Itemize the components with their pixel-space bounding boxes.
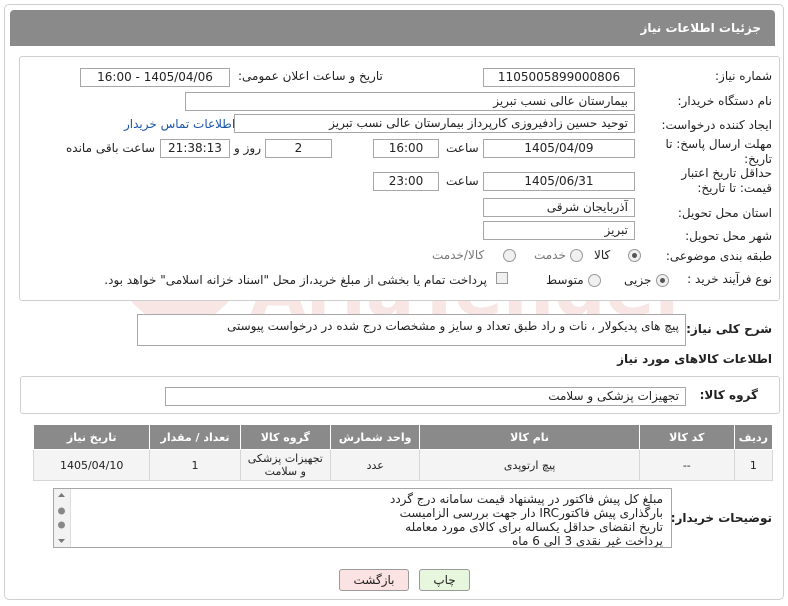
col-date: تاریخ نیاز — [32, 424, 151, 450]
category-option-service: خدمت — [534, 248, 566, 262]
treasury-payment-checkbox[interactable] — [496, 272, 508, 284]
col-qty: تعداد / مقدار — [149, 424, 241, 450]
scrollbar-arrows-icon — [58, 493, 65, 543]
note-line: تاریخ انقضای حداقل یکساله برای کالای مور… — [405, 520, 663, 534]
requester-field[interactable]: توحید حسین زادفیروزی کارپرداز بیمارستان … — [234, 114, 635, 133]
validity-time-field[interactable]: 23:00 — [373, 172, 439, 191]
goods-group-label: گروه کالا: — [699, 388, 758, 402]
process-label: نوع فرآیند خرید : — [687, 272, 772, 286]
process-option-minor: جزیی — [624, 273, 652, 287]
col-row: ردیف — [733, 424, 774, 450]
cell-group: تجهیزات پزشکی و سلامت — [239, 449, 331, 481]
announce-field[interactable]: 1405/04/06 - 16:00 — [80, 68, 230, 87]
cell-code: -- — [638, 449, 735, 481]
remaining-label: ساعت باقی مانده — [66, 141, 156, 155]
description-field[interactable]: پیچ های پدیکولار ، نات و راد طبق تعداد و… — [137, 314, 686, 346]
goods-group-field[interactable]: تجهیزات پزشکی و سلامت — [165, 387, 686, 406]
print-button[interactable]: چاپ — [419, 569, 470, 591]
description-label: شرح کلی نیاز: — [686, 322, 772, 336]
buyer-notes-label: توضیحات خریدار: — [670, 511, 772, 525]
days-label: روز و — [234, 141, 261, 155]
category-radio-service[interactable] — [570, 249, 583, 262]
process-radio-minor[interactable] — [656, 274, 669, 287]
province-field[interactable]: آذربایجان شرقی — [483, 198, 635, 217]
remaining-time-field[interactable]: 21:38:13 — [160, 139, 230, 158]
category-radio-goods-service[interactable] — [503, 249, 516, 262]
description-text: پیچ های پدیکولار ، نات و راد طبق تعداد و… — [226, 319, 679, 333]
cell-row: 1 — [733, 449, 774, 481]
validity-time-label: ساعت — [446, 174, 479, 188]
col-code: کد کالا — [638, 424, 735, 450]
days-field[interactable]: 2 — [265, 139, 332, 158]
col-group: گروه کالا — [239, 424, 331, 450]
process-radio-medium[interactable] — [588, 274, 601, 287]
process-option-medium: متوسط — [546, 273, 584, 287]
buyer-contact-link[interactable]: اطلاعات تماس خریدار — [124, 117, 235, 131]
table-row[interactable]: 1 -- پیچ ارتوپدی عدد تجهیزات پزشکی و سلا… — [32, 449, 774, 481]
category-option-goods-service: کالا/خدمت — [432, 248, 485, 262]
validity-date-field[interactable]: 1405/06/31 — [483, 172, 635, 191]
treasury-payment-note: پرداخت تمام یا بخشی از مبلغ خرید،از محل … — [104, 273, 487, 287]
deadline-time-field[interactable]: 16:00 — [373, 139, 439, 158]
deadline-label: مهلت ارسال پاسخ: تا تاریخ: — [665, 137, 772, 166]
col-unit: واحد شمارش — [329, 424, 421, 450]
deadline-date-field[interactable]: 1405/04/09 — [483, 139, 635, 158]
back-button[interactable]: بازگشت — [339, 569, 409, 591]
cell-date: 1405/04/10 — [32, 449, 151, 481]
city-label: شهر محل تحویل: — [685, 229, 772, 243]
page-header: جزئیات اطلاعات نیاز — [10, 10, 775, 46]
province-label: استان محل تحویل: — [677, 206, 772, 220]
note-line: بارگذاری پیش فاکتورIRC دار جهت بررسی الز… — [399, 506, 663, 520]
page-title: جزئیات اطلاعات نیاز — [640, 21, 761, 35]
buyer-notes-field[interactable]: مبلغ کل پیش فاکتور در پیشنهاد قیمت سامان… — [53, 488, 672, 548]
category-radio-goods[interactable] — [628, 249, 641, 262]
deadline-time-label: ساعت — [446, 141, 479, 155]
category-option-goods: کالا — [594, 248, 611, 262]
need-number-field[interactable]: 1105005899000806 — [483, 68, 635, 87]
announce-label: تاریخ و ساعت اعلان عمومی: — [238, 69, 383, 83]
cell-name: پیچ ارتوپدی — [419, 449, 640, 481]
buyer-org-field[interactable]: بیمارستان عالی نسب تبریز — [185, 92, 635, 111]
city-field[interactable]: تبریز — [483, 221, 635, 240]
category-label: طبقه بندی موضوعی: — [665, 249, 772, 263]
need-number-label: شماره نیاز: — [715, 69, 772, 83]
goods-table: ردیف کد کالا نام کالا واحد شمارش گروه کا… — [32, 424, 774, 481]
cell-qty: 1 — [149, 449, 241, 481]
note-line: مبلغ کل پیش فاکتور در پیشنهاد قیمت سامان… — [389, 492, 663, 506]
col-name: نام کالا — [419, 424, 640, 450]
goods-section-title: اطلاعات کالاهای مورد نیاز — [617, 352, 772, 366]
cell-unit: عدد — [329, 449, 421, 481]
validity-label: حداقل تاریخ اعتبار قیمت: تا تاریخ: — [681, 166, 772, 195]
notes-scrollbar[interactable] — [54, 489, 71, 547]
note-line: پرداخت غیر نقدی 3 الی 6 ماه — [512, 534, 663, 548]
requester-label: ایجاد کننده درخواست: — [661, 118, 772, 132]
goods-table-header: ردیف کد کالا نام کالا واحد شمارش گروه کا… — [32, 424, 774, 450]
buyer-org-label: نام دستگاه خریدار: — [677, 94, 773, 108]
